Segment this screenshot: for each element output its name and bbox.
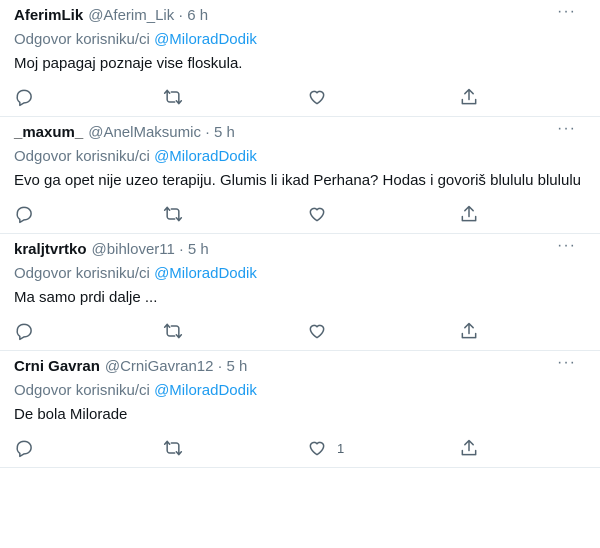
replying-to: Odgovor korisniku/ci @MiloradDodik — [14, 147, 586, 167]
retweet-icon — [163, 323, 183, 339]
retweet-button[interactable] — [163, 86, 183, 108]
reply-prefix: Odgovor korisniku/ci — [14, 265, 150, 282]
tweet-actions — [14, 316, 586, 350]
retweet-icon — [163, 440, 183, 456]
separator-dot: · — [178, 7, 184, 24]
reply-button[interactable] — [14, 86, 34, 108]
share-button[interactable] — [459, 437, 479, 459]
tweet-text: De bola Milorade — [14, 406, 128, 423]
like-count: 1 — [337, 440, 345, 456]
mention-link[interactable]: @MiloradDodik — [154, 31, 257, 48]
like-button[interactable] — [307, 320, 337, 342]
mention-link[interactable]: @MiloradDodik — [154, 265, 257, 282]
more-icon[interactable]: ··· — [557, 4, 576, 20]
mention-link[interactable]: @MiloradDodik — [154, 148, 257, 165]
tweet-header: _maxum_ @AnelMaksumic · 5 h — [14, 123, 586, 143]
tweet[interactable]: AferimLik @Aferim_Lik · 6 h ··· Odgovor … — [0, 0, 600, 117]
display-name[interactable]: Crni Gavran — [14, 357, 100, 377]
reply-feed: AferimLik @Aferim_Lik · 6 h ··· Odgovor … — [0, 0, 600, 468]
like-button[interactable] — [307, 86, 337, 108]
more-icon[interactable]: ··· — [557, 238, 576, 254]
reply-icon — [16, 323, 32, 341]
reply-prefix: Odgovor korisniku/ci — [14, 148, 150, 165]
retweet-button[interactable] — [163, 320, 183, 342]
tweet[interactable]: Crni Gavran @CrniGavran12 · 5 h ··· Odgo… — [0, 351, 600, 468]
display-name[interactable]: _maxum_ — [14, 123, 83, 143]
reply-button[interactable] — [14, 203, 34, 225]
tweet-header: AferimLik @Aferim_Lik · 6 h — [14, 6, 586, 26]
reply-button[interactable] — [14, 320, 34, 342]
reply-prefix: Odgovor korisniku/ci — [14, 31, 150, 48]
replying-to: Odgovor korisniku/ci @MiloradDodik — [14, 264, 586, 284]
reply-icon — [16, 89, 32, 107]
reply-prefix: Odgovor korisniku/ci — [14, 382, 150, 399]
reply-icon — [16, 206, 32, 224]
reply-icon — [16, 440, 32, 458]
share-icon — [461, 205, 477, 222]
user-handle[interactable]: @bihlover11 — [92, 240, 175, 260]
share-icon — [461, 322, 477, 339]
share-button[interactable] — [459, 203, 479, 225]
user-handle[interactable]: @AnelMaksumic — [88, 123, 201, 143]
user-handle[interactable]: @CrniGavran12 — [105, 357, 214, 377]
tweet-header: kraljtvrtko @bihlover11 · 5 h — [14, 240, 586, 260]
retweet-button[interactable] — [163, 437, 183, 459]
like-icon — [309, 324, 325, 339]
timestamp[interactable]: 6 h — [187, 6, 208, 26]
like-button[interactable]: 1 — [307, 437, 344, 459]
user-handle[interactable]: @Aferim_Lik — [88, 6, 174, 26]
share-icon — [461, 439, 477, 456]
tweet-header: Crni Gavran @CrniGavran12 · 5 h — [14, 357, 586, 377]
tweet-actions — [14, 199, 586, 233]
timestamp[interactable]: 5 h — [226, 357, 247, 377]
like-button[interactable] — [307, 203, 337, 225]
display-name[interactable]: kraljtvrtko — [14, 240, 87, 260]
replying-to: Odgovor korisniku/ci @MiloradDodik — [14, 381, 586, 401]
tweet-actions — [14, 82, 586, 116]
share-icon — [461, 88, 477, 105]
replying-to: Odgovor korisniku/ci @MiloradDodik — [14, 30, 586, 50]
display-name[interactable]: AferimLik — [14, 6, 83, 26]
share-button[interactable] — [459, 86, 479, 108]
tweet-text: Moj papagaj poznaje vise floskula. — [14, 55, 243, 72]
separator-dot: · — [204, 124, 210, 141]
tweet-actions: 1 — [14, 433, 586, 467]
more-icon[interactable]: ··· — [557, 121, 576, 137]
separator-dot: · — [217, 358, 223, 375]
reply-button[interactable] — [14, 437, 34, 459]
tweet[interactable]: kraljtvrtko @bihlover11 · 5 h ··· Odgovo… — [0, 234, 600, 351]
timestamp[interactable]: 5 h — [188, 240, 209, 260]
retweet-icon — [163, 89, 183, 105]
retweet-button[interactable] — [163, 203, 183, 225]
tweet[interactable]: _maxum_ @AnelMaksumic · 5 h ··· Odgovor … — [0, 117, 600, 234]
tweet-text: Ma samo prdi dalje ... — [14, 289, 158, 306]
tweet-text: Evo ga opet nije uzeo terapiju. Glumis l… — [14, 172, 581, 189]
like-icon — [309, 90, 325, 105]
like-icon — [309, 441, 325, 456]
share-button[interactable] — [459, 320, 479, 342]
mention-link[interactable]: @MiloradDodik — [154, 382, 257, 399]
like-icon — [309, 207, 325, 222]
retweet-icon — [163, 206, 183, 222]
timestamp[interactable]: 5 h — [214, 123, 235, 143]
more-icon[interactable]: ··· — [557, 355, 576, 371]
separator-dot: · — [178, 241, 184, 258]
